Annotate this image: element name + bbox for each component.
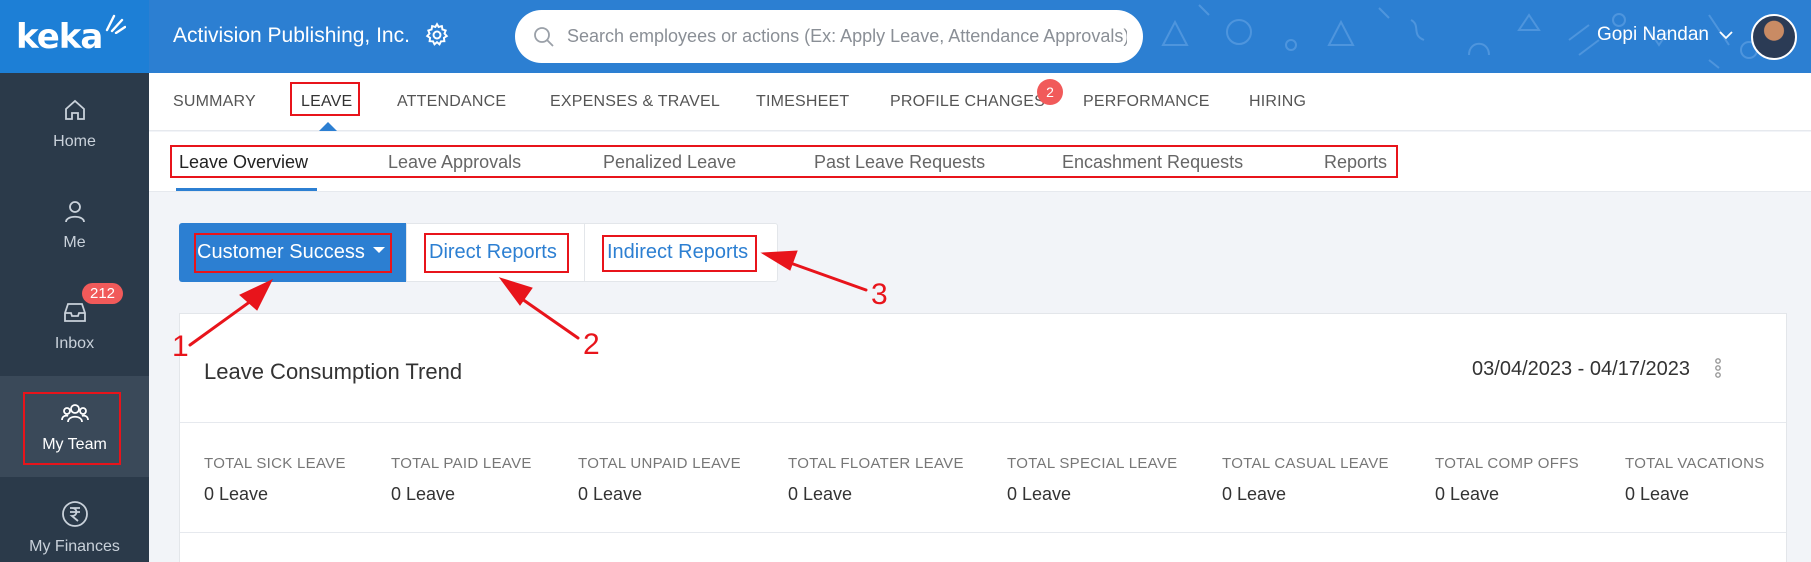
stat-sick-leave: TOTAL SICK LEAVE 0 Leave bbox=[204, 455, 346, 505]
stat-paid-leave: TOTAL PAID LEAVE 0 Leave bbox=[391, 455, 532, 505]
logo-text: keka bbox=[16, 16, 103, 57]
stat-label: TOTAL CASUAL LEAVE bbox=[1222, 455, 1389, 472]
stat-special-leave: TOTAL SPECIAL LEAVE 0 Leave bbox=[1007, 455, 1178, 505]
sub-tabs: Leave Overview Leave Approvals Penalized… bbox=[149, 132, 1811, 192]
company-name[interactable]: Activision Publishing, Inc. bbox=[173, 24, 410, 48]
stat-value: 0 Leave bbox=[204, 484, 269, 504]
top-header: Activision Publishing, Inc. Gopi Nandan bbox=[149, 0, 1811, 73]
sidebar-item-label: Inbox bbox=[54, 334, 95, 352]
user-name: Gopi Nandan bbox=[1597, 24, 1709, 45]
inbox-badge: 212 bbox=[82, 283, 124, 304]
sidebar-item-me[interactable]: Me bbox=[0, 174, 149, 275]
subtab-leave-approvals[interactable]: Leave Approvals bbox=[388, 152, 521, 173]
stat-vacations: TOTAL VACATIONS 0 Leave bbox=[1625, 455, 1765, 505]
logo-rays-icon bbox=[106, 14, 127, 34]
subtab-encashment-requests[interactable]: Encashment Requests bbox=[1062, 152, 1243, 173]
tab-performance[interactable]: PERFORMANCE bbox=[1083, 93, 1210, 111]
sidebar-item-inbox[interactable]: 212 Inbox bbox=[0, 275, 149, 376]
keka-logo[interactable]: keka bbox=[0, 0, 149, 73]
sidebar-item-my-team[interactable]: My Team bbox=[0, 376, 149, 477]
user-menu[interactable]: Gopi Nandan bbox=[1597, 24, 1733, 46]
chevron-down-icon bbox=[1719, 31, 1733, 40]
subtab-penalized-leave[interactable]: Penalized Leave bbox=[603, 152, 736, 173]
sidebar-item-home[interactable]: Home bbox=[0, 73, 149, 174]
stat-label: TOTAL PAID LEAVE bbox=[391, 455, 532, 472]
team-icon bbox=[60, 403, 89, 422]
date-range[interactable]: 03/04/2023 - 04/17/2023 bbox=[1472, 358, 1690, 381]
more-options-icon[interactable] bbox=[1714, 357, 1722, 379]
stat-value: 0 Leave bbox=[578, 484, 643, 504]
direct-reports-button[interactable]: Direct Reports bbox=[406, 223, 585, 282]
annotation-number-3: 3 bbox=[871, 278, 888, 311]
tab-profile-changes[interactable]: PROFILE CHANGES bbox=[890, 93, 1045, 111]
stat-value: 0 Leave bbox=[1007, 484, 1072, 504]
annotation-number-1: 1 bbox=[172, 330, 189, 363]
stat-comp-offs: TOTAL COMP OFFS 0 Leave bbox=[1435, 455, 1579, 505]
home-icon bbox=[64, 99, 85, 120]
tab-attendance[interactable]: ATTENDANCE bbox=[397, 93, 506, 111]
leave-consumption-card: Leave Consumption Trend 03/04/2023 - 04/… bbox=[179, 313, 1787, 562]
stat-casual-leave: TOTAL CASUAL LEAVE 0 Leave bbox=[1222, 455, 1389, 505]
user-icon bbox=[64, 200, 85, 222]
sidebar: keka Home Me 212 Inbox My Team My Financ… bbox=[0, 0, 149, 562]
active-tab-caret bbox=[319, 122, 337, 131]
card-divider bbox=[180, 422, 1786, 423]
indirect-reports-button[interactable]: Indirect Reports bbox=[585, 223, 778, 282]
subtab-past-leave-requests[interactable]: Past Leave Requests bbox=[814, 152, 985, 173]
inbox-icon bbox=[63, 302, 86, 322]
stat-label: TOTAL VACATIONS bbox=[1625, 455, 1765, 472]
sidebar-item-label: Me bbox=[63, 233, 86, 251]
stat-value: 0 Leave bbox=[788, 484, 853, 504]
sidebar-item-label: My Finances bbox=[29, 537, 120, 555]
tab-hiring[interactable]: HIRING bbox=[1249, 93, 1306, 111]
search-icon bbox=[534, 26, 554, 47]
sidebar-item-label: My Team bbox=[42, 435, 107, 453]
main-tabs: SUMMARY LEAVE ATTENDANCE EXPENSES & TRAV… bbox=[149, 73, 1811, 131]
avatar[interactable] bbox=[1751, 14, 1797, 60]
stat-value: 0 Leave bbox=[1625, 484, 1690, 504]
stat-label: TOTAL SICK LEAVE bbox=[204, 455, 346, 472]
active-subtab-underline bbox=[176, 188, 317, 191]
stat-label: TOTAL COMP OFFS bbox=[1435, 455, 1579, 472]
sidebar-item-label: Home bbox=[53, 132, 96, 150]
stat-label: TOTAL UNPAID LEAVE bbox=[578, 455, 741, 472]
card-divider bbox=[180, 532, 1786, 533]
department-label: Customer Success bbox=[197, 241, 365, 263]
stat-value: 0 Leave bbox=[1435, 484, 1500, 504]
stat-value: 0 Leave bbox=[391, 484, 456, 504]
search-input[interactable] bbox=[567, 26, 1127, 47]
stat-label: TOTAL SPECIAL LEAVE bbox=[1007, 455, 1178, 472]
subtab-reports[interactable]: Reports bbox=[1324, 152, 1387, 173]
annotation-number-2: 2 bbox=[583, 328, 600, 361]
rupee-icon bbox=[61, 500, 88, 527]
gear-icon[interactable] bbox=[424, 22, 450, 48]
indirect-reports-label: Indirect Reports bbox=[607, 241, 749, 263]
caret-down-icon bbox=[372, 246, 385, 253]
card-title: Leave Consumption Trend bbox=[204, 359, 463, 384]
profile-changes-badge: 2 bbox=[1037, 79, 1063, 105]
stat-floater-leave: TOTAL FLOATER LEAVE 0 Leave bbox=[788, 455, 964, 505]
tab-leave[interactable]: LEAVE bbox=[301, 93, 352, 111]
direct-reports-label: Direct Reports bbox=[429, 241, 557, 263]
sidebar-item-my-finances[interactable]: My Finances bbox=[0, 477, 149, 562]
department-dropdown[interactable]: Customer Success bbox=[179, 223, 406, 282]
tab-timesheet[interactable]: TIMESHEET bbox=[756, 93, 849, 111]
stat-unpaid-leave: TOTAL UNPAID LEAVE 0 Leave bbox=[578, 455, 741, 505]
subtab-leave-overview[interactable]: Leave Overview bbox=[179, 152, 308, 173]
tab-expenses-travel[interactable]: EXPENSES & TRAVEL bbox=[550, 93, 720, 111]
search-bar[interactable] bbox=[515, 10, 1143, 63]
stat-label: TOTAL FLOATER LEAVE bbox=[788, 455, 964, 472]
stat-value: 0 Leave bbox=[1222, 484, 1287, 504]
tab-summary[interactable]: SUMMARY bbox=[173, 93, 256, 111]
